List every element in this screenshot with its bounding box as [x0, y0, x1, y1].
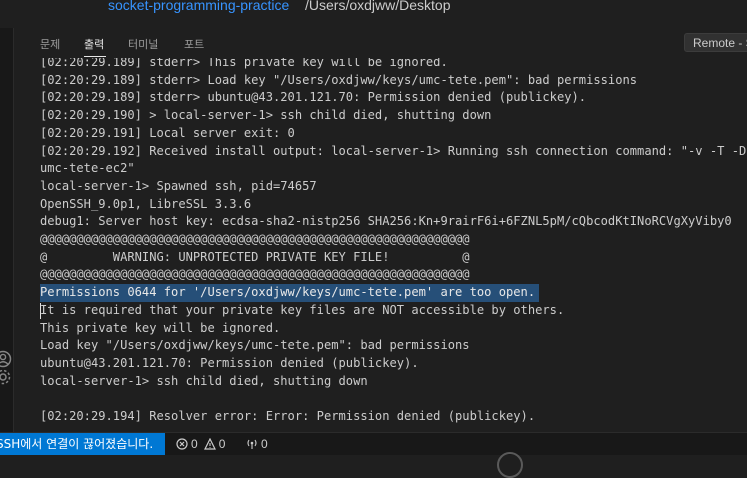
remote-status-label: SSH에서 연결이 끊어졌습니다.: [0, 437, 154, 451]
warning-count: 0: [218, 437, 226, 451]
log-line: [02:20:29.189] stderr> This private key …: [40, 58, 448, 69]
activity-bar: [0, 28, 14, 438]
log-line: [02:20:29.194] Resolver error: Error: Pe…: [40, 409, 536, 423]
tab-output[interactable]: 출력: [84, 36, 104, 52]
output-log[interactable]: [02:20:29.189] stderr> This private key …: [14, 58, 747, 438]
dock-strip: [0, 455, 747, 468]
log-line: debug1: Server host key: ecdsa-sha2-nist…: [40, 214, 732, 229]
remote-indicator[interactable]: SSH에서 연결이 끊어졌습니다.: [0, 433, 165, 455]
error-count: 0: [191, 437, 198, 451]
active-tab-indicator: [84, 56, 106, 57]
gear-icon[interactable]: [0, 368, 12, 386]
log-line: @@@@@@@@@@@@@@@@@@@@@@@@@@@@@@@@@@@@@@@@…: [40, 267, 470, 282]
log-line: [02:20:29.189] stderr> Load key "/Users/…: [40, 72, 638, 87]
project-path: /Users/oxdjww/Desktop: [305, 0, 451, 13]
log-line: OpenSSH_9.0p1, LibreSSL 3.3.6: [40, 196, 252, 211]
ports-count: 0: [261, 437, 268, 451]
log-line: local-server-1> Spawned ssh, pid=74657: [40, 178, 317, 193]
log-line: It is required that your private key fil…: [40, 302, 565, 317]
broadcast-icon: [247, 439, 257, 449]
log-line: [02:20:29.189] stderr> ubuntu@43.201.121…: [40, 90, 587, 105]
log-line: umc-tete-ec2": [40, 161, 135, 176]
tab-terminal[interactable]: 터미널: [128, 36, 158, 52]
project-name[interactable]: socket-programming-practice: [108, 0, 289, 13]
log-line: local-server-1> ssh child died, shutting…: [40, 373, 368, 388]
account-icon[interactable]: [0, 350, 12, 368]
warning-icon: [203, 438, 216, 450]
tab-problems[interactable]: 문제: [40, 36, 60, 52]
tab-ports[interactable]: 포트: [184, 36, 204, 52]
selected-log-line: Permissions 0644 for '/Users/oxdjww/keys…: [40, 284, 540, 302]
log-line: @ WARNING: UNPROTECTED PRIVATE KEY FILE!…: [40, 249, 470, 264]
output-channel-select[interactable]: Remote - SSH: [684, 33, 747, 52]
log-line: ubuntu@43.201.121.70: Permission denied …: [40, 355, 419, 370]
title-bar: socket-programming-practice /Users/oxdjw…: [0, 0, 747, 20]
panel-header: 문제 출력 터미널 포트 Remote - SSH: [14, 28, 747, 58]
log-line: [02:20:29.192] Received install output: …: [40, 143, 747, 158]
log-line: Load key "/Users/oxdjww/keys/umc-tete.pe…: [40, 338, 470, 353]
ports-status[interactable]: 0: [246, 433, 268, 455]
text-cursor: [40, 302, 41, 319]
log-line: [02:20:29.191] Local server exit: 0: [40, 125, 295, 140]
account-icon: [497, 452, 523, 478]
log-line: This private key will be ignored.: [40, 320, 281, 335]
log-line: @@@@@@@@@@@@@@@@@@@@@@@@@@@@@@@@@@@@@@@@…: [40, 232, 470, 246]
status-bar: SSH에서 연결이 끊어졌습니다. 0 0 0: [0, 432, 747, 455]
log-line: [02:20:29.190] > local-server-1> ssh chi…: [40, 108, 492, 123]
problems-status[interactable]: 0 0: [176, 433, 225, 455]
error-icon: [176, 438, 188, 450]
